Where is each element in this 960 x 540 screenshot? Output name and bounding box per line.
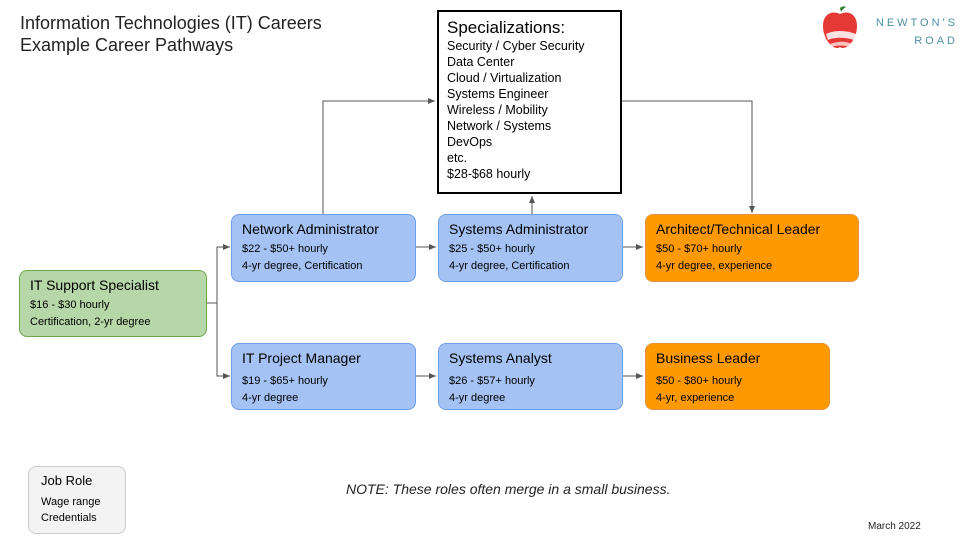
specialization-item: etc. [447, 151, 468, 165]
date-label: March 2022 [868, 521, 921, 532]
role-systems-administrator: Systems Administrator $25 - $50+ hourly … [438, 214, 623, 282]
role-wage: $16 - $30 hourly [30, 299, 110, 311]
specializations-heading: Specializations: [447, 18, 566, 37]
role-credentials: 4-yr degree, Certification [449, 260, 570, 272]
connector-spec-to-architect [622, 100, 755, 213]
role-business-leader: Business Leader $50 - $80+ hourly 4-yr, … [645, 343, 830, 410]
role-credentials: 4-yr degree, experience [656, 260, 773, 272]
specializations-box: Specializations: Security / Cyber Securi… [437, 10, 622, 194]
legend-credentials: Credentials [41, 512, 97, 524]
role-network-administrator: Network Administrator $22 - $50+ hourly … [231, 214, 416, 282]
specialization-item: Security / Cyber Security [447, 39, 585, 53]
role-name: Architect/Technical Leader [656, 221, 821, 237]
role-name: IT Project Manager [242, 350, 361, 366]
role-name: Network Administrator [242, 221, 379, 237]
role-name: Business Leader [656, 350, 761, 366]
role-wage: $50 - $70+ hourly [656, 243, 742, 255]
role-credentials: Certification, 2-yr degree [30, 316, 151, 328]
role-wage: $50 - $80+ hourly [656, 375, 742, 387]
role-systems-analyst: Systems Analyst $26 - $57+ hourly 4-yr d… [438, 343, 623, 410]
connector-support-to-network [207, 244, 230, 304]
connector-support-to-pm [207, 302, 230, 379]
role-wage: $25 - $50+ hourly [449, 243, 535, 255]
note-text: NOTE: These roles often merge in a small… [346, 481, 671, 497]
legend-box: Job Role Wage range Credentials [28, 466, 126, 534]
role-credentials: 4-yr, experience [656, 392, 735, 404]
role-name: Systems Analyst [449, 350, 552, 366]
role-wage: $22 - $50+ hourly [242, 243, 328, 255]
specialization-item: Systems Engineer [447, 87, 549, 101]
role-credentials: 4-yr degree [242, 392, 299, 404]
role-credentials: 4-yr degree [449, 392, 506, 404]
role-wage: $19 - $65+ hourly [242, 375, 328, 387]
specialization-wage: $28-$68 hourly [447, 167, 531, 181]
specialization-item: Data Center [447, 55, 515, 69]
role-it-project-manager: IT Project Manager $19 - $65+ hourly 4-y… [231, 343, 416, 410]
role-it-support-specialist: IT Support Specialist $16 - $30 hourly C… [19, 270, 207, 337]
role-wage: $26 - $57+ hourly [449, 375, 535, 387]
connector-network-to-spec [322, 98, 435, 214]
specialization-item: Network / Systems [447, 119, 552, 133]
role-name: Systems Administrator [449, 221, 589, 237]
specialization-item: Cloud / Virtualization [447, 71, 562, 85]
specialization-item: DevOps [447, 135, 493, 149]
specialization-item: Wireless / Mobility [447, 103, 548, 117]
role-name: IT Support Specialist [30, 277, 159, 293]
role-credentials: 4-yr degree, Certification [242, 260, 363, 272]
role-architect-technical-leader: Architect/Technical Leader $50 - $70+ ho… [645, 214, 859, 282]
legend-job-role: Job Role [41, 473, 93, 488]
legend-wage-range: Wage range [41, 496, 101, 508]
